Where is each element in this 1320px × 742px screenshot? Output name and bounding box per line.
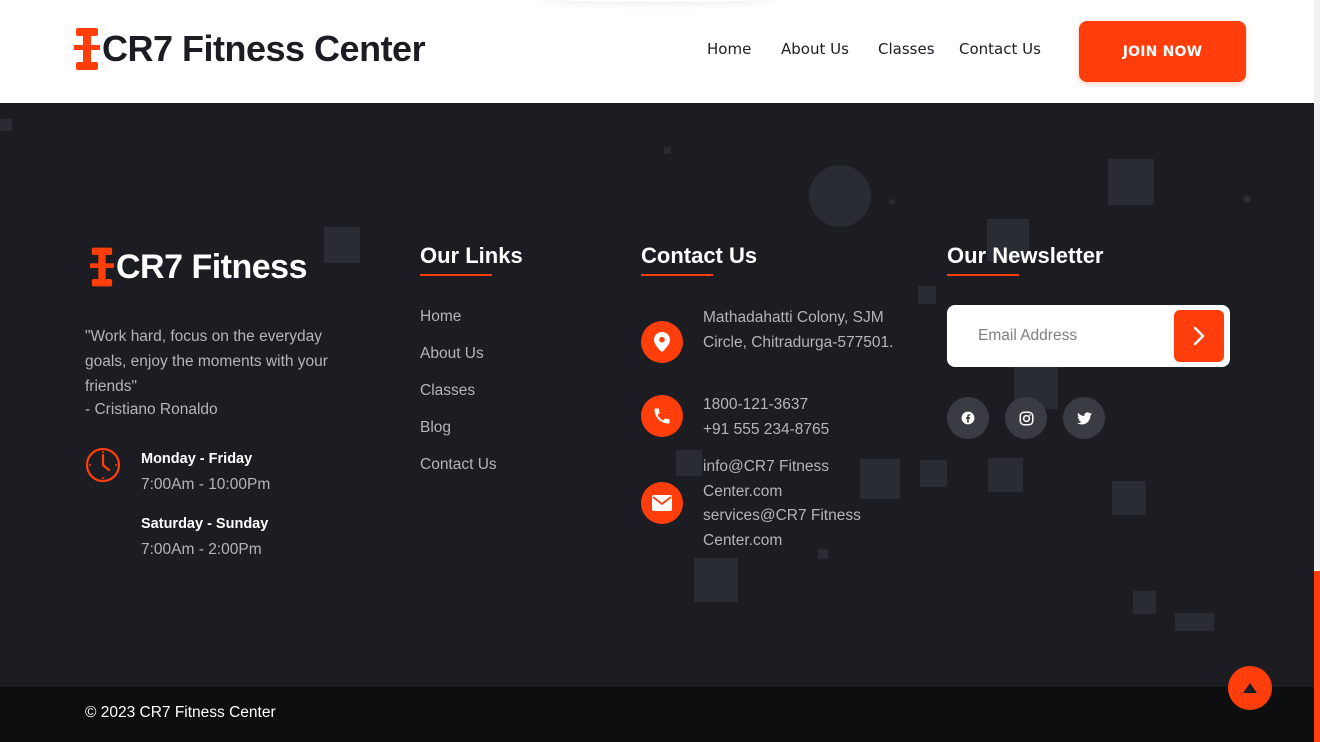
footer-link-contact-us[interactable]: Contact Us: [420, 456, 497, 474]
links-title-underline: [420, 274, 492, 276]
bg-decoration: [324, 227, 360, 263]
twitter-icon: [1076, 411, 1092, 424]
back-to-top-button[interactable]: [1228, 666, 1272, 710]
location-pin-icon: [641, 321, 683, 363]
nav-contact-us[interactable]: Contact Us: [959, 40, 1041, 58]
bg-decoration: [1133, 591, 1156, 614]
contact-email-2[interactable]: services@CR7 Fitness Center.com: [703, 503, 878, 553]
phone-icon: [641, 395, 683, 437]
footer-link-blog[interactable]: Blog: [420, 419, 451, 437]
instagram-icon: [1019, 411, 1033, 425]
bg-decoration: [889, 199, 895, 205]
join-now-button[interactable]: JOIN NOW: [1079, 21, 1246, 82]
nav-about-us[interactable]: About Us: [781, 40, 849, 58]
bg-decoration: [0, 119, 12, 131]
scrollbar-thumb[interactable]: [1314, 571, 1320, 742]
contact-title-underline: [641, 274, 713, 276]
footer-quote: "Work hard, focus on the everyday goals,…: [85, 328, 328, 395]
newsletter-title: Our Newsletter: [947, 243, 1104, 268]
hours-weekdays-time: 7:00Am - 10:00Pm: [141, 476, 271, 493]
chevron-right-icon: [1193, 326, 1205, 346]
bg-decoration: [1243, 195, 1251, 203]
footer-brand-title: CR7 Fitness: [116, 247, 308, 286]
footer-link-classes[interactable]: Classes: [420, 382, 475, 400]
bg-decoration: [809, 165, 871, 227]
contact-address: Mathadahatti Colony, SJM Circle, Chitrad…: [703, 309, 894, 351]
header-decoration: [540, 0, 776, 2]
contact-title: Contact Us: [641, 243, 758, 268]
facebook-button[interactable]: [947, 397, 989, 439]
mail-icon: [641, 482, 683, 524]
contact-email-1[interactable]: info@CR7 Fitness Center.com: [703, 454, 853, 504]
instagram-button[interactable]: [1005, 397, 1047, 439]
bg-decoration: [694, 558, 738, 602]
facebook-icon: [961, 411, 975, 425]
bg-decoration: [676, 450, 702, 476]
clock-icon: [85, 447, 121, 487]
copyright-text: © 2023 CR7 Fitness Center: [85, 704, 276, 721]
newsletter-title-underline: [947, 274, 1019, 276]
newsletter-submit-button[interactable]: [1174, 310, 1224, 362]
contact-phone-2[interactable]: +91 555 234-8765: [703, 417, 903, 442]
twitter-button[interactable]: [1063, 397, 1105, 439]
bg-decoration: [1108, 159, 1154, 205]
dumbbell-icon: [90, 247, 114, 287]
footer-quote-author: - Cristiano Ronaldo: [85, 401, 218, 418]
caret-up-icon: [1243, 683, 1257, 693]
bg-decoration: [1112, 481, 1146, 515]
bg-decoration: [988, 458, 1023, 492]
newsletter-email-input[interactable]: [978, 321, 1168, 351]
bg-decoration: [664, 147, 671, 154]
site-header: CR7 Fitness Center Home About Us Classes…: [0, 0, 1314, 103]
nav-home[interactable]: Home: [707, 40, 751, 58]
bg-decoration: [918, 286, 936, 304]
hours-weekdays-label: Monday - Friday: [141, 451, 253, 467]
footer-link-about-us[interactable]: About Us: [420, 345, 484, 363]
links-title: Our Links: [420, 243, 523, 268]
footer-link-home[interactable]: Home: [420, 308, 461, 326]
bg-decoration: [860, 459, 900, 499]
contact-phone-1[interactable]: 1800-121-3637: [703, 392, 903, 417]
bg-decoration: [1175, 613, 1214, 631]
nav-classes[interactable]: Classes: [878, 40, 935, 58]
hours-weekend-time: 7:00Am - 2:00Pm: [141, 541, 262, 558]
footer-brand[interactable]: CR7 Fitness: [90, 247, 308, 287]
hours-weekend-label: Saturday - Sunday: [141, 516, 269, 532]
bg-decoration: [920, 460, 947, 487]
